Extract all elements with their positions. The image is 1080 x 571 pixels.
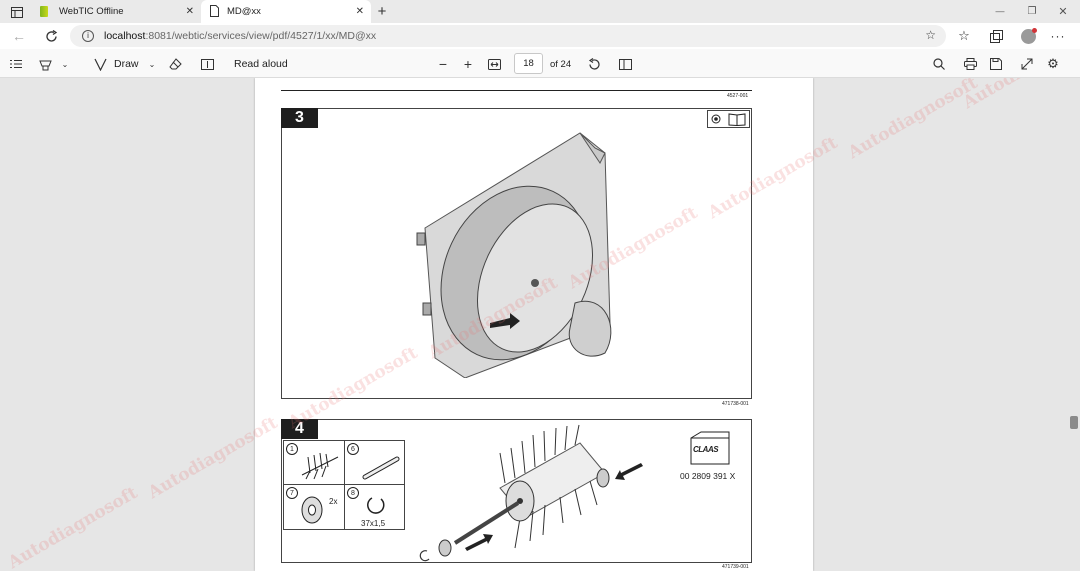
- print-icon[interactable]: [962, 56, 978, 72]
- pdf-toolbar: ⌄ Draw ⌄ Read aloud − + 18 of 24 ⚙: [0, 49, 1080, 78]
- close-window-button[interactable]: ✕: [1053, 3, 1073, 19]
- part-cell-8: 8 37x1,5: [344, 484, 405, 530]
- new-tab-button[interactable]: +: [374, 2, 390, 20]
- draw-label[interactable]: Draw: [114, 58, 139, 70]
- fit-page-icon[interactable]: [486, 56, 502, 72]
- page-number-value: 18: [523, 58, 534, 69]
- eraser-icon[interactable]: [167, 56, 183, 72]
- tab-bar: WebTIC Offline ✕ MD@xx ✕ + — ❐ ✕: [0, 0, 1080, 23]
- url-path: :8081/webtic/services/view/pdf/4527/1/xx…: [145, 30, 377, 42]
- restore-button[interactable]: ❐: [1022, 3, 1042, 19]
- close-tab-icon[interactable]: ✕: [356, 6, 364, 17]
- brand-label: CLAAS: [693, 445, 719, 454]
- part-cell-1: 1: [283, 440, 345, 485]
- url-host: localhost: [104, 30, 146, 42]
- refresh-icon[interactable]: [43, 28, 59, 44]
- pdf-page: 4527-001 3 471738-001 4 1 6 7 2x 8 37x1,…: [255, 78, 813, 571]
- zoom-in-icon[interactable]: +: [461, 56, 475, 72]
- part-number-badge: 1: [286, 443, 298, 455]
- part-number-badge: 8: [347, 487, 359, 499]
- step3-figure-code: 471738-001: [722, 401, 749, 407]
- text-box-icon[interactable]: [199, 56, 215, 72]
- zoom-out-icon[interactable]: −: [436, 56, 450, 72]
- step3-badge: 3: [281, 108, 318, 128]
- url-field[interactable]: i localhost:8081/webtic/services/view/pd…: [70, 25, 946, 47]
- scrollbar-thumb[interactable]: [1070, 416, 1078, 429]
- address-bar: ← i localhost:8081/webtic/services/view/…: [0, 23, 1080, 49]
- minimize-button[interactable]: —: [990, 3, 1010, 19]
- highlight-icon[interactable]: [37, 56, 53, 72]
- draw-icon[interactable]: [92, 56, 108, 72]
- info-icon[interactable]: i: [82, 30, 94, 42]
- chevron-down-icon[interactable]: ⌄: [147, 58, 157, 70]
- profile-avatar[interactable]: [1019, 27, 1037, 45]
- webtic-favicon: [40, 6, 48, 17]
- page-number-input[interactable]: 18: [514, 53, 543, 74]
- page-view-icon[interactable]: [617, 56, 633, 72]
- fullscreen-icon[interactable]: [1019, 56, 1035, 72]
- read-aloud-button[interactable]: Read aloud: [234, 58, 288, 70]
- settings-gear-icon[interactable]: ⚙: [1045, 56, 1061, 72]
- header-code: 4527-001: [727, 93, 749, 99]
- part-cell-7: 7 2x: [283, 484, 345, 530]
- pdf-viewer[interactable]: 4527-001 3 471738-001 4 1 6 7 2x 8 37x1,…: [0, 78, 1080, 571]
- view-book-icon: [707, 110, 750, 128]
- chevron-down-icon[interactable]: ⌄: [60, 58, 70, 70]
- part-number-badge: 7: [286, 487, 298, 499]
- save-icon[interactable]: [988, 56, 1004, 72]
- claas-box-icon: CLAAS: [689, 430, 731, 466]
- rotate-icon[interactable]: [586, 56, 602, 72]
- search-icon[interactable]: [931, 56, 947, 72]
- tab-actions-icon[interactable]: [9, 4, 25, 20]
- part-number-badge: 6: [347, 443, 359, 455]
- document-icon: [210, 5, 219, 20]
- step4-figure-code: 471739-001: [722, 564, 749, 570]
- tab-title: WebTIC Offline: [59, 6, 124, 17]
- contents-icon[interactable]: [8, 56, 24, 72]
- part-number-label: 00 2809 391 X: [680, 471, 736, 481]
- tab-md[interactable]: MD@xx ✕: [201, 0, 371, 23]
- back-icon[interactable]: ←: [11, 28, 27, 44]
- more-menu-icon[interactable]: ···: [1050, 28, 1066, 44]
- watermark: Autodiagnosoft: [4, 482, 142, 571]
- tab-webtic-offline[interactable]: WebTIC Offline ✕: [32, 0, 200, 23]
- add-favorite-icon[interactable]: ☆: [925, 28, 936, 42]
- part-cell-6: 6: [344, 440, 405, 485]
- header-rule: [281, 90, 752, 91]
- page-total: of 24: [550, 59, 572, 70]
- close-tab-icon[interactable]: ✕: [186, 6, 194, 17]
- part-quantity: 37x1,5: [361, 519, 386, 528]
- shaft-assembly-illustration: [419, 424, 643, 562]
- tab-title: MD@xx: [227, 6, 261, 17]
- collections-icon[interactable]: [988, 28, 1004, 44]
- part-quantity: 2x: [329, 497, 338, 506]
- favorites-icon[interactable]: ☆: [956, 28, 972, 44]
- watermark: Autodiagnosoft: [844, 78, 982, 164]
